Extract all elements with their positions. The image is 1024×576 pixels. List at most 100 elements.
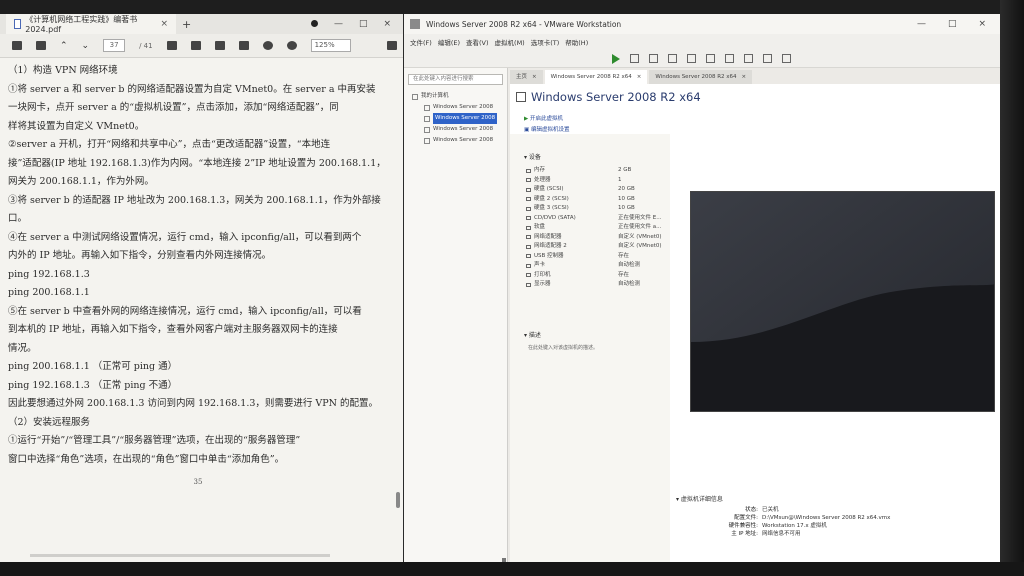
maximize-button[interactable]: □ xyxy=(948,19,957,29)
fit-page-icon[interactable] xyxy=(166,41,177,50)
library-vm-item[interactable]: Windows Server 2008 xyxy=(412,135,507,146)
minimize-button[interactable]: — xyxy=(917,19,926,29)
zoom-in-icon[interactable] xyxy=(286,41,297,50)
pdf-paragraph: ④在 server a 中测试网络设置情况，运行 cmd，输入 ipconfig… xyxy=(8,231,362,243)
library-search-input[interactable]: 在此处键入内容进行搜索 xyxy=(408,74,503,85)
description-hint[interactable]: 在此处键入对该虚拟机的描述。 xyxy=(528,344,598,351)
vm-tab[interactable]: Windows Server 2008 R2 x64 × xyxy=(544,70,648,84)
minimize-button[interactable]: — xyxy=(334,19,343,29)
device-name-cell: 硬盘 (SCSI) xyxy=(526,185,618,195)
vm-details-header[interactable]: ▾ 虚拟机详细信息 xyxy=(676,494,723,503)
device-row[interactable]: USB 控制器 存在 xyxy=(526,252,662,262)
vm-tab[interactable]: Windows Server 2008 R2 x64 × xyxy=(649,70,753,84)
device-row[interactable]: 硬盘 (SCSI) 20 GB xyxy=(526,185,662,195)
device-row[interactable]: 硬盘 3 (SCSI) 10 GB xyxy=(526,204,662,214)
manage-snapshots-icon[interactable] xyxy=(668,54,677,63)
next-page-button[interactable]: ⌄ xyxy=(82,41,90,51)
pdf-paragraph: ①将 server a 和 server b 的网络适配器设置为自定 VMnet… xyxy=(8,83,376,95)
vm-screen-preview[interactable] xyxy=(690,191,995,412)
thumbnail-view-icon[interactable] xyxy=(706,54,715,63)
close-icon[interactable]: × xyxy=(532,70,537,84)
rotate-icon[interactable] xyxy=(238,41,249,50)
device-name: 内存 xyxy=(534,167,546,173)
close-window-button[interactable]: × xyxy=(383,19,391,29)
detail-key: 状态: xyxy=(745,507,758,513)
devices-header-label: 设备 xyxy=(528,154,541,161)
edit-settings-link[interactable]: ▣ 编辑虚拟机设置 xyxy=(524,125,569,136)
device-row[interactable]: 网络适配器 自定义 (VMnet0) xyxy=(526,233,662,243)
library-vm-item[interactable]: Windows Server 2008 xyxy=(412,124,507,135)
pdf-horizontal-scrollbar[interactable] xyxy=(30,554,330,557)
save-icon[interactable] xyxy=(12,41,22,50)
single-page-icon[interactable] xyxy=(190,41,201,50)
revert-icon[interactable] xyxy=(649,54,658,63)
pdf-scrollbar[interactable] xyxy=(396,492,400,508)
library-root[interactable]: 我的计算机 xyxy=(412,91,507,102)
detail-key: 主 IP 地址: xyxy=(731,531,758,537)
new-tab-button[interactable]: + xyxy=(182,18,191,31)
device-row[interactable]: 处理器 1 xyxy=(526,176,662,186)
console-view-icon[interactable] xyxy=(725,54,734,63)
fullscreen-icon[interactable] xyxy=(214,41,225,50)
vm-details-header-label: 虚拟机详细信息 xyxy=(680,496,723,503)
menu-item[interactable]: 选项卡(T) xyxy=(531,37,560,47)
menu-icon[interactable] xyxy=(386,41,397,50)
device-value: 存在 xyxy=(618,271,630,278)
device-row[interactable]: 软盘 正在使用文件 a... xyxy=(526,223,662,233)
menu-item[interactable]: 帮助(H) xyxy=(565,37,588,47)
pdf-paragraph: 口。 xyxy=(8,213,28,224)
device-name: 网络适配器 2 xyxy=(534,243,567,249)
device-row[interactable]: 内存 2 GB xyxy=(526,166,662,176)
print-icon[interactable] xyxy=(36,41,46,50)
library-vm-item[interactable]: Windows Server 2008 xyxy=(412,102,507,113)
device-icon xyxy=(526,168,531,173)
fullscreen-icon[interactable] xyxy=(744,54,753,63)
stretch-icon[interactable] xyxy=(782,54,791,63)
pdf-paragraph: ①运行“开始”/“管理工具”/“服务器管理”选项，在出现的“服务器管理” xyxy=(8,435,301,446)
devices-section-header[interactable]: ▾ 设备 xyxy=(524,152,541,161)
power-on-icon[interactable] xyxy=(612,53,620,64)
page-number-input[interactable]: 37 xyxy=(103,39,126,52)
detail-value: D:\VMsun@\Windows Server 2008 R2 x64.vmx xyxy=(762,515,891,521)
unity-icon[interactable] xyxy=(763,54,772,63)
maximize-button[interactable]: □ xyxy=(359,19,368,29)
pdf-paragraph: ②server a 开机，打开“网络和共享中心”，点击“更改适配器”设置，“本地… xyxy=(8,139,331,150)
device-row[interactable]: 显示器 自动检测 xyxy=(526,280,662,290)
library-view-icon[interactable] xyxy=(687,54,696,63)
library-root-label: 我的计算机 xyxy=(421,93,449,99)
close-icon[interactable]: × xyxy=(637,70,642,84)
menu-item[interactable]: 查看(V) xyxy=(466,37,489,47)
record-icon[interactable] xyxy=(310,20,318,27)
pdf-paragraph: ping 200.168.1.1 （正常可 ping 通） xyxy=(8,361,178,372)
pdf-tab[interactable]: 《计算机网络工程实践》编著书 2024.pdf × xyxy=(6,14,176,34)
vm-icon xyxy=(424,104,430,111)
device-name: 软盘 xyxy=(534,224,546,230)
device-row[interactable]: 硬盘 2 (SCSI) 10 GB xyxy=(526,195,662,205)
description-section-header[interactable]: ▾ 描述 xyxy=(524,330,541,339)
zoom-select[interactable]: 125% xyxy=(310,39,351,52)
close-icon[interactable]: × xyxy=(160,19,168,29)
library-vm-item[interactable]: Windows Server 2008 xyxy=(412,113,507,124)
menu-item[interactable]: 编辑(E) xyxy=(438,37,460,47)
vm-name-heading: Windows Server 2008 R2 x64 xyxy=(516,90,701,104)
prev-page-button[interactable]: ⌃ xyxy=(60,41,68,51)
device-row[interactable]: CD/DVD (SATA) 正在使用文件 E... xyxy=(526,214,662,224)
menu-item[interactable]: 虚拟机(M) xyxy=(495,37,525,47)
pdf-paragraph: ③将 server b 的适配器 IP 地址改为 200.168.1.3，网关为… xyxy=(8,194,381,206)
device-row[interactable]: 网络适配器 2 自定义 (VMnet0) xyxy=(526,242,662,252)
close-window-button[interactable]: × xyxy=(978,19,986,29)
computer-icon xyxy=(412,93,418,100)
device-row[interactable]: 声卡 自动检测 xyxy=(526,261,662,271)
vm-tab[interactable]: 主页 × xyxy=(510,70,543,84)
device-value: 存在 xyxy=(618,252,630,259)
device-value: 2 GB xyxy=(618,167,632,173)
power-on-link[interactable]: ▶ 开启此虚拟机 xyxy=(524,114,569,125)
device-row[interactable]: 打印机 存在 xyxy=(526,271,662,281)
vm-summary-pane: Windows Server 2008 R2 x64 ▶ 开启此虚拟机 ▣ 编辑… xyxy=(510,84,1000,562)
menu-item[interactable]: 文件(F) xyxy=(410,37,432,47)
zoom-out-icon[interactable] xyxy=(262,41,273,50)
device-name: CD/DVD (SATA) xyxy=(534,214,576,221)
snapshot-icon[interactable] xyxy=(630,54,639,63)
device-value: 10 GB xyxy=(618,205,635,211)
close-icon[interactable]: × xyxy=(742,70,747,84)
